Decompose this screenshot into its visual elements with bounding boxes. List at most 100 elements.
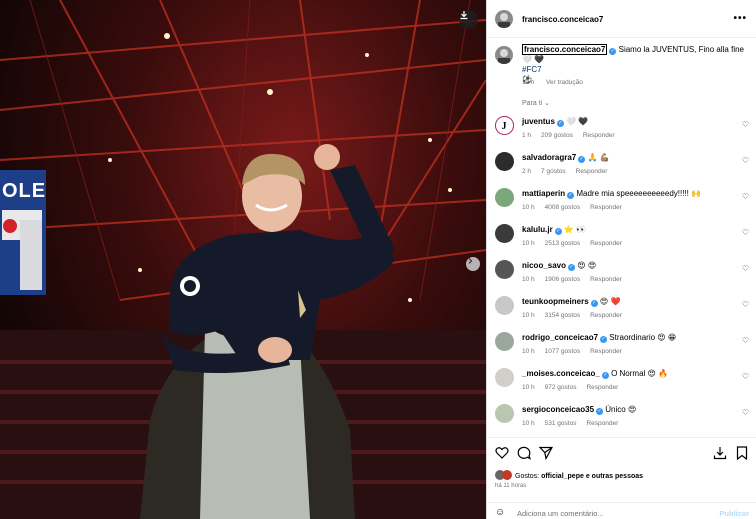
comment-avatar[interactable] — [495, 260, 514, 279]
comment-avatar[interactable] — [495, 152, 514, 171]
post-photo: OLE — [0, 0, 486, 519]
verified-badge-icon: ✓ — [554, 228, 562, 235]
like-comment-heart-icon[interactable]: ♡ — [742, 228, 749, 237]
emoji-icon[interactable]: ☺ — [495, 507, 505, 518]
comment-input[interactable]: Adiciona um comentário... — [517, 509, 604, 518]
reply-button[interactable]: Responder — [586, 384, 618, 391]
likes-summary: Gostos: official_pepe e outras pessoas — [495, 470, 643, 480]
save-download-icon[interactable] — [713, 446, 727, 460]
comment-likes[interactable]: 4008 gostos — [545, 204, 580, 211]
comment-avatar[interactable] — [495, 296, 514, 315]
like-comment-heart-icon[interactable]: ♡ — [742, 372, 749, 381]
likes-prefix: Gostos: — [515, 473, 540, 480]
comment-username[interactable]: juventus — [522, 117, 555, 126]
comment-likes[interactable]: 7 gostos — [541, 168, 566, 175]
post-actions: Gostos: official_pepe e outras pessoas h… — [487, 437, 756, 519]
comment-username[interactable]: teunkoopmeiners — [522, 297, 589, 306]
comment-username[interactable]: salvadoragra7 — [522, 153, 576, 162]
comment-time: 10 h — [522, 384, 535, 391]
reply-button[interactable]: Responder — [590, 204, 622, 211]
comment-text: 🙏 💪🏽 — [587, 153, 610, 162]
author-avatar[interactable] — [495, 10, 513, 28]
author-username[interactable]: francisco.conceicao7 — [522, 15, 603, 24]
comment-item: sergioconceicao35 ✓ Único 😍 10 h 531 gosto… — [487, 400, 756, 434]
likes-user[interactable]: official_pepe — [541, 473, 584, 480]
post-details-panel: francisco.conceicao7 ••• francisco.conce… — [486, 0, 756, 519]
comment-likes[interactable]: 531 gostos — [545, 420, 577, 427]
comment-item: teunkoopmeiners ✓ 😍 ❤️ 10 h 3154 gostos Res… — [487, 292, 756, 326]
verified-badge-icon: ✓ — [568, 264, 576, 271]
next-image-button[interactable] — [466, 257, 480, 271]
comment-username[interactable]: sergioconceicao35 — [522, 405, 594, 414]
comment-likes[interactable]: 972 gostos — [545, 384, 577, 391]
share-icon[interactable] — [539, 446, 553, 460]
comment-text: 😍 ❤️ — [599, 297, 621, 306]
comment-text: 🤍 🖤 — [566, 117, 589, 126]
publish-button[interactable]: Publicar — [719, 509, 749, 518]
stadium-board-text: OLE — [2, 180, 47, 202]
post-time: há 11 horas — [495, 483, 527, 489]
verified-badge-icon: ✓ — [567, 192, 575, 199]
comment-time: 1 h — [522, 132, 532, 139]
comment-username[interactable]: kalulu.jr — [522, 225, 553, 234]
reply-button[interactable]: Responder — [590, 240, 622, 247]
verified-badge-icon: ✓ — [600, 336, 608, 343]
comment-username[interactable]: mattiaperin — [522, 189, 565, 198]
comment-icon[interactable] — [517, 446, 531, 460]
comment-avatar[interactable] — [495, 224, 514, 243]
like-comment-heart-icon[interactable]: ♡ — [742, 408, 749, 417]
comments-filter[interactable]: Para ti ⌄ — [522, 99, 550, 107]
comment-item: kalulu.jr ✓ ⭐ 👀 10 h 2513 gostos Responder … — [487, 220, 756, 254]
heart-icon[interactable] — [495, 446, 509, 460]
like-comment-heart-icon[interactable]: ♡ — [742, 156, 749, 165]
reply-button[interactable]: Responder — [590, 348, 622, 355]
svg-text:J: J — [502, 121, 507, 132]
comment-username[interactable]: _moises.conceicao_ — [522, 369, 600, 378]
comment-time: 10 h — [522, 420, 535, 427]
like-comment-heart-icon[interactable]: ♡ — [742, 264, 749, 273]
reply-button[interactable]: Responder — [590, 276, 622, 283]
comment-time: 10 h — [522, 312, 535, 319]
verified-badge-icon: ✓ — [596, 408, 604, 415]
reply-button[interactable]: Responder — [586, 420, 618, 427]
post-header: francisco.conceicao7 ••• — [487, 0, 756, 38]
likes-suffix[interactable]: e outras pessoas — [586, 473, 643, 480]
comment-username[interactable]: rodrigo_conceicao7 — [522, 333, 598, 342]
comment-time: 10 h — [522, 348, 535, 355]
comment-likes[interactable]: 209 gostos — [541, 132, 573, 139]
bookmark-icon[interactable] — [735, 446, 749, 460]
comment-text: Único 😍 — [605, 405, 637, 414]
verified-badge-icon: ✓ — [609, 48, 617, 55]
comment-item: _moises.conceicao_ ✓ O Normal 😍 🔥 10 h 972… — [487, 364, 756, 398]
comment-avatar[interactable] — [495, 404, 514, 423]
comment-text: 😍 😍 — [577, 261, 597, 270]
comment-username[interactable]: nicoo_savo — [522, 261, 566, 270]
reply-button[interactable]: Responder — [590, 312, 622, 319]
verified-badge-icon: ✓ — [578, 156, 586, 163]
caption-avatar[interactable] — [495, 46, 513, 64]
like-comment-heart-icon[interactable]: ♡ — [742, 300, 749, 309]
like-comment-heart-icon[interactable]: ♡ — [742, 120, 749, 129]
comment-likes[interactable]: 3154 gostos — [545, 312, 580, 319]
comment-time: 2 h — [522, 168, 532, 175]
caption-hashtag[interactable]: #FC7 — [522, 65, 542, 74]
comment-avatar[interactable] — [495, 332, 514, 351]
comment-likes[interactable]: 2513 gostos — [545, 240, 580, 247]
comment-item: mattiaperin ✓ Madre mia speeeeeeeeeedy!!!… — [487, 184, 756, 218]
download-icon — [460, 11, 468, 20]
add-comment-bar: ☺ Adiciona um comentário... Publicar — [487, 502, 756, 519]
download-button[interactable] — [459, 10, 478, 29]
translate-link[interactable]: Ver tradução — [546, 79, 583, 86]
comment-likes[interactable]: 1077 gostos — [545, 348, 580, 355]
reply-button[interactable]: Responder — [576, 168, 608, 175]
more-icon[interactable]: ••• — [733, 13, 747, 24]
comment-avatar[interactable] — [495, 188, 514, 207]
reply-button[interactable]: Responder — [583, 132, 615, 139]
comment-avatar[interactable]: J — [495, 116, 514, 135]
like-comment-heart-icon[interactable]: ♡ — [742, 192, 749, 201]
comment-likes[interactable]: 1906 gostos — [545, 276, 580, 283]
comment-avatar[interactable] — [495, 368, 514, 387]
like-comment-heart-icon[interactable]: ♡ — [742, 336, 749, 345]
verified-badge-icon: ✓ — [556, 120, 564, 127]
caption-username[interactable]: francisco.conceicao7 — [522, 44, 608, 55]
